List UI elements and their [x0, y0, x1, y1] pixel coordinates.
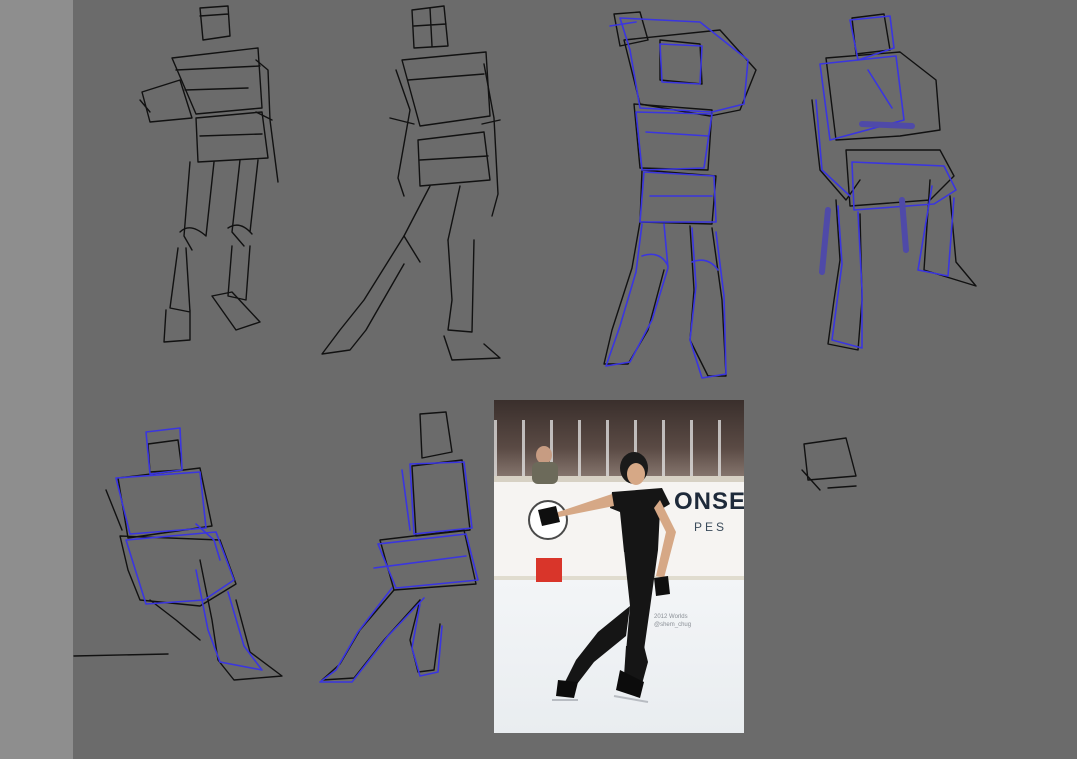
- skater-figure: [532, 446, 676, 703]
- sketch-figure-leaning: [321, 5, 501, 361]
- sketch-head-start: [801, 437, 857, 491]
- sketch-figure-seated-chair: [811, 13, 977, 351]
- sketch-figure-seated-side: [319, 411, 479, 683]
- sketch-figure-back-view: [603, 11, 757, 379]
- sketch-figure-standing: [139, 5, 279, 343]
- reference-photo: S ONSEI PES 2012 Worlds @shem_chug: [494, 400, 744, 733]
- sketch-figure-seated-cross-legged: [73, 427, 283, 681]
